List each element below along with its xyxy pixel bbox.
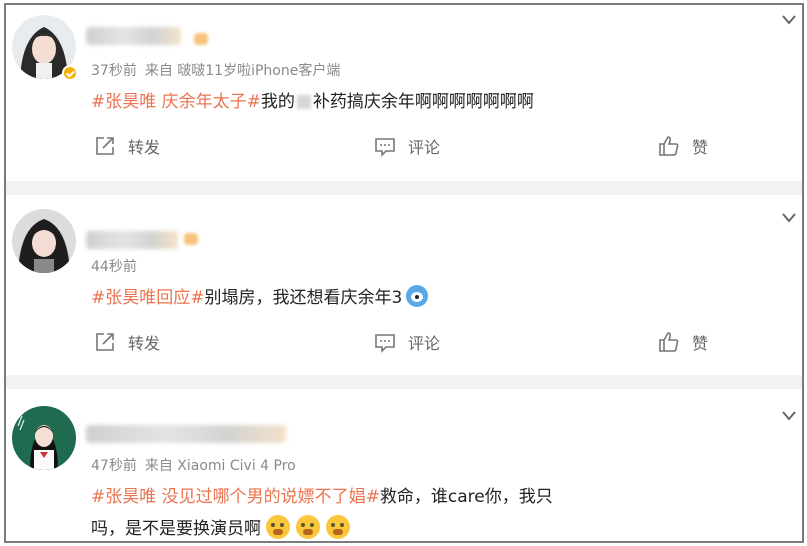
- like-icon: [659, 332, 679, 352]
- post-meta: 47秒前 来自 Xiaomi Civi 4 Pro: [91, 455, 296, 475]
- comment-button[interactable]: 评论: [374, 134, 440, 158]
- post-meta: 37秒前 来自 啵啵11岁啦iPhone客户端: [91, 60, 340, 80]
- username-blurred[interactable]: [86, 231, 178, 249]
- chevron-down-icon[interactable]: [782, 15, 796, 25]
- fear-emoji-icon: [326, 515, 351, 539]
- comment-button[interactable]: 评论: [374, 330, 440, 354]
- post-meta: 44秒前: [91, 256, 137, 276]
- avatar[interactable]: [12, 406, 76, 470]
- comment-icon: [375, 334, 395, 353]
- comment-icon: [375, 138, 395, 157]
- like-icon: [659, 136, 679, 156]
- post-text: #张昊唯 庆余年太子#我的 补药搞庆余年啊啊啊啊啊啊啊: [91, 87, 534, 112]
- doge-emoji-icon: [406, 285, 429, 307]
- hashtag-link[interactable]: #张昊唯 没见过哪个男的说嫖不了娼#: [91, 487, 380, 507]
- post-time: 47秒前: [91, 458, 137, 474]
- repost-icon: [96, 333, 114, 351]
- post-divider: [6, 375, 802, 389]
- post-source: 来自 啵啵11岁啦iPhone客户端: [144, 63, 341, 79]
- avatar[interactable]: [12, 209, 76, 273]
- post-text-body: 救命，谁care你，我只: [379, 487, 553, 507]
- post-time: 37秒前: [91, 63, 137, 79]
- post-card: 37秒前 来自 啵啵11岁啦iPhone客户端 #张昊唯 庆余年太子#我的 补药搞庆…: [6, 5, 802, 181]
- verified-badge-icon: [62, 65, 78, 81]
- post-text-line2: 吗，是不是要换演员啊: [91, 514, 356, 539]
- repost-button[interactable]: 转发: [94, 330, 160, 354]
- post-source: 来自 Xiaomi Civi 4 Pro: [144, 458, 296, 474]
- post-text: #张昊唯 没见过哪个男的说嫖不了娼#救命，谁care你，我只: [91, 482, 571, 507]
- like-label: 赞: [692, 334, 709, 353]
- post-card: 44秒前 #张昊唯回应#别塌房，我还想看庆余年3 转发 评论 赞: [6, 195, 802, 375]
- post-text-body-line2: 吗，是不是要换演员啊: [91, 519, 261, 539]
- post-text: #张昊唯回应#别塌房，我还想看庆余年3: [91, 283, 434, 308]
- repost-button[interactable]: 转发: [94, 134, 160, 158]
- post-text-body: 别塌房，我还想看庆余年3: [204, 288, 403, 308]
- chevron-down-icon[interactable]: [782, 411, 796, 421]
- post-divider: [6, 181, 802, 195]
- like-button[interactable]: 赞: [658, 134, 708, 158]
- repost-label: 转发: [128, 334, 161, 353]
- post-text-body-cont: 补药搞庆余年啊啊啊啊啊啊啊: [312, 92, 534, 112]
- post-actions: 转发 评论 赞: [6, 330, 802, 354]
- post-card: 47秒前 来自 Xiaomi Civi 4 Pro #张昊唯 没见过哪个男的说嫖不…: [6, 389, 802, 541]
- username-badge-blurred: [194, 33, 208, 45]
- comment-label: 评论: [408, 334, 441, 353]
- weibo-comment-feed: 37秒前 来自 啵啵11岁啦iPhone客户端 #张昊唯 庆余年太子#我的 补药搞庆…: [4, 3, 804, 543]
- comment-label: 评论: [408, 138, 441, 157]
- hashtag-link[interactable]: #张昊唯 庆余年太子#: [91, 92, 261, 112]
- repost-icon: [96, 137, 114, 155]
- chevron-down-icon[interactable]: [782, 213, 796, 223]
- post-actions: 转发 评论 赞: [6, 134, 802, 158]
- like-button[interactable]: 赞: [658, 330, 708, 354]
- hashtag-link[interactable]: #张昊唯回应#: [91, 288, 205, 308]
- username-badge-blurred: [184, 233, 198, 245]
- fear-emoji-icon: [266, 515, 291, 539]
- post-time: 44秒前: [91, 259, 137, 275]
- like-label: 赞: [692, 138, 709, 157]
- censored-character: [296, 95, 311, 109]
- username-blurred[interactable]: [86, 27, 181, 45]
- username-blurred[interactable]: [86, 425, 286, 443]
- post-text-body: 我的: [260, 92, 295, 112]
- fear-emoji-icon: [296, 515, 321, 539]
- repost-label: 转发: [128, 138, 161, 157]
